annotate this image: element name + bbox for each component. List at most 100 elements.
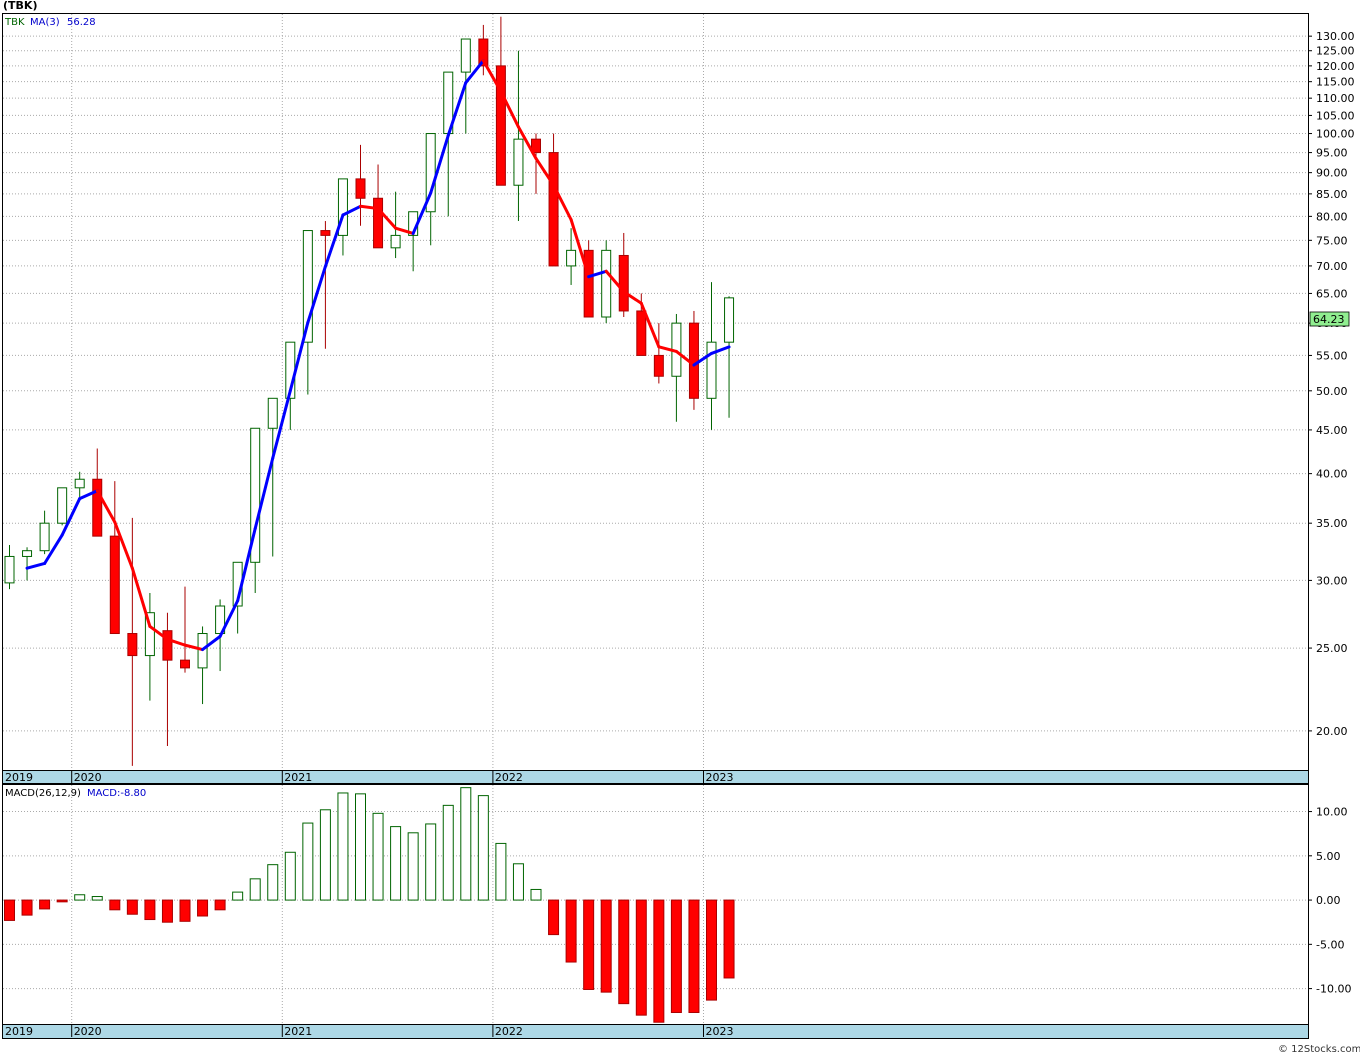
chart-title: (TBK) bbox=[3, 0, 37, 12]
ma-legend-label: MA(3) bbox=[30, 17, 60, 28]
candle-body bbox=[4, 555, 15, 584]
candle-body bbox=[566, 249, 577, 267]
year-label: 2020 bbox=[74, 1025, 102, 1038]
candle-body bbox=[548, 152, 559, 267]
macd-bar bbox=[530, 888, 542, 901]
macd-bar bbox=[144, 899, 156, 921]
macd-bar bbox=[284, 851, 296, 901]
price-tick-label: 85.00 bbox=[1316, 188, 1348, 201]
macd-bar bbox=[197, 899, 209, 917]
price-tick-label: 90.00 bbox=[1316, 167, 1348, 180]
price-tick-label: 70.00 bbox=[1316, 260, 1348, 273]
macd-bar bbox=[425, 823, 437, 901]
price-tick-label: 75.00 bbox=[1316, 234, 1348, 247]
macd-tick-label: 5.00 bbox=[1316, 850, 1341, 863]
year-label: 2023 bbox=[706, 1025, 734, 1038]
macd-bar bbox=[179, 899, 191, 922]
price-date-axis-band bbox=[2, 770, 1309, 784]
macd-bar bbox=[39, 899, 51, 910]
macd-bar bbox=[355, 793, 366, 901]
price-tick-label: 105.00 bbox=[1316, 109, 1355, 122]
macd-legend-value: MACD:-8.80 bbox=[87, 788, 146, 799]
macd-bar bbox=[249, 878, 261, 901]
macd-bar bbox=[161, 899, 173, 923]
macd-legend-label: MACD(26,12,9) bbox=[5, 788, 81, 799]
price-tick-label: 115.00 bbox=[1316, 76, 1355, 89]
candle-body bbox=[390, 234, 401, 249]
macd-bar bbox=[460, 787, 472, 901]
macd-bar bbox=[618, 899, 630, 1005]
macd-tick-label: -10.00 bbox=[1316, 983, 1351, 996]
price-tick-label: 25.00 bbox=[1316, 642, 1348, 655]
candle-body bbox=[460, 38, 471, 73]
macd-bar bbox=[653, 899, 665, 1023]
macd-bar bbox=[495, 842, 507, 901]
price-tick-label: 40.00 bbox=[1316, 468, 1348, 481]
candle-body bbox=[267, 397, 278, 429]
macd-tick-label: 0.00 bbox=[1316, 894, 1341, 907]
year-label: 2022 bbox=[495, 771, 523, 784]
price-tick-label: 100.00 bbox=[1316, 128, 1355, 141]
candle-body bbox=[39, 522, 50, 552]
price-tick-label: 120.00 bbox=[1316, 60, 1355, 73]
macd-bar bbox=[583, 899, 595, 990]
macd-bar bbox=[267, 864, 279, 901]
macd-bar bbox=[442, 804, 454, 901]
macd-bar bbox=[126, 899, 138, 915]
macd-bar bbox=[477, 795, 489, 901]
year-label: 2022 bbox=[495, 1025, 523, 1038]
ma-legend-value: 56.28 bbox=[67, 17, 96, 28]
macd-bar bbox=[21, 899, 33, 916]
price-tick-label: 125.00 bbox=[1316, 45, 1355, 58]
year-label: 2019 bbox=[5, 1025, 33, 1038]
macd-bar bbox=[600, 899, 612, 993]
macd-bar bbox=[91, 896, 103, 901]
year-label: 2023 bbox=[706, 771, 734, 784]
price-tick-label: 110.00 bbox=[1316, 92, 1355, 105]
candle-body bbox=[180, 659, 190, 669]
price-tick-label: 80.00 bbox=[1316, 210, 1348, 223]
candle-body bbox=[373, 197, 384, 249]
year-label: 2021 bbox=[284, 1025, 312, 1038]
macd-bar bbox=[302, 822, 314, 901]
candle-body bbox=[355, 178, 366, 199]
candle-body bbox=[92, 478, 103, 537]
candle-body bbox=[653, 354, 664, 377]
macd-bar bbox=[407, 832, 419, 901]
year-label: 2019 bbox=[5, 771, 33, 784]
candle-body bbox=[513, 138, 524, 186]
year-label: 2021 bbox=[284, 771, 312, 784]
price-tick-label: 95.00 bbox=[1316, 147, 1348, 160]
macd-bar bbox=[688, 899, 700, 1013]
macd-bar bbox=[232, 891, 244, 901]
candle-body bbox=[601, 249, 612, 318]
price-tick-label: 45.00 bbox=[1316, 424, 1348, 437]
candle-body bbox=[583, 249, 594, 318]
macd-tick-label: -5.00 bbox=[1316, 938, 1344, 951]
macd-bar bbox=[337, 792, 349, 901]
price-tick-label: 65.00 bbox=[1316, 287, 1348, 300]
candle-body bbox=[22, 550, 33, 557]
price-tick-label: 35.00 bbox=[1316, 517, 1348, 530]
candle-body bbox=[636, 310, 647, 356]
price-tick-label: 55.00 bbox=[1316, 349, 1348, 362]
macd-bar bbox=[548, 899, 560, 936]
macd-date-axis-band bbox=[2, 1024, 1309, 1039]
last-price-value: 64.23 bbox=[1313, 313, 1345, 326]
macd-bar bbox=[372, 812, 384, 901]
price-tick-label: 50.00 bbox=[1316, 385, 1348, 398]
price-tick-label: 20.00 bbox=[1316, 725, 1348, 738]
macd-bar bbox=[56, 899, 68, 903]
price-tick-label: 130.00 bbox=[1316, 30, 1355, 43]
candle-body bbox=[162, 630, 173, 661]
macd-bar bbox=[565, 899, 577, 963]
macd-bar bbox=[670, 899, 682, 1013]
macd-bar bbox=[635, 899, 647, 1016]
candle-body bbox=[74, 478, 85, 489]
macd-bar bbox=[390, 826, 402, 901]
candle-body bbox=[320, 230, 331, 236]
macd-bar bbox=[109, 899, 121, 911]
macd-bar bbox=[706, 899, 717, 1001]
price-tick-label: 30.00 bbox=[1316, 574, 1348, 587]
macd-bar bbox=[74, 894, 86, 901]
